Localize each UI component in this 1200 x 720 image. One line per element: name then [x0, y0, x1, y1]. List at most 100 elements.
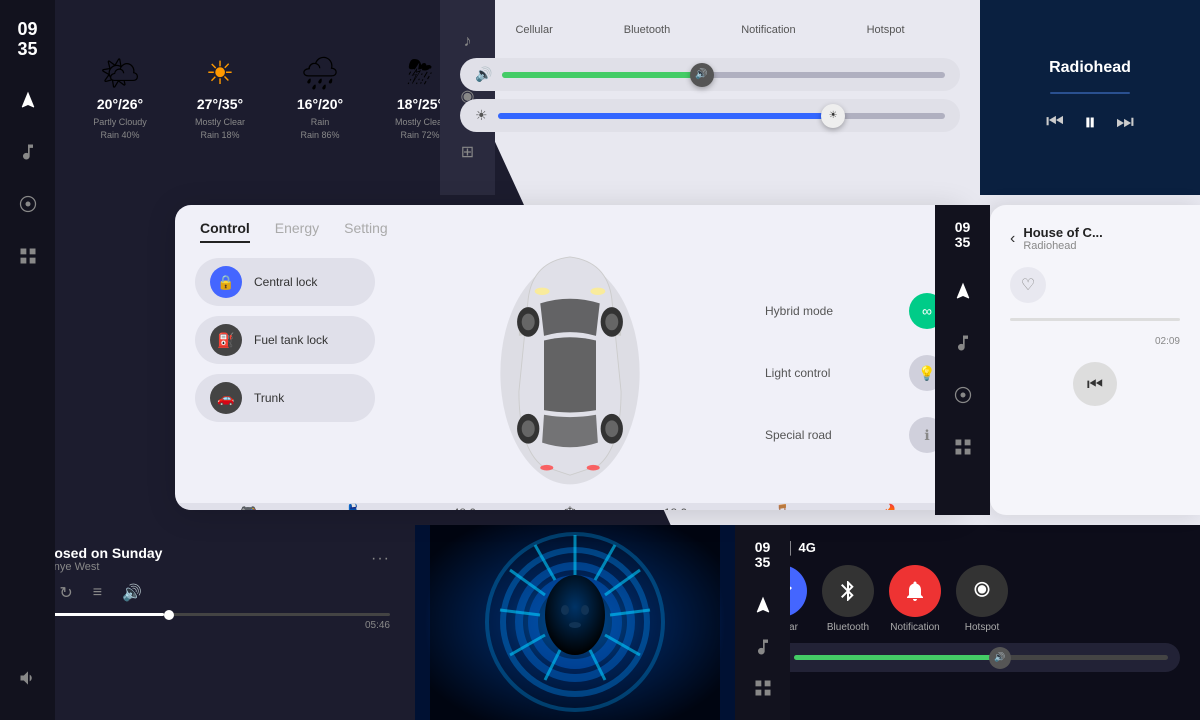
hotspot-icon-circle — [956, 565, 1008, 617]
album-art-svg — [430, 525, 720, 720]
playlist-button[interactable]: ≡ — [93, 584, 102, 602]
music-right-title: House of C... — [1023, 225, 1180, 240]
weather-city-3: 🌧 16°/20° RainRain 86% — [280, 54, 360, 141]
sidebar-disk-icon[interactable] — [10, 186, 46, 222]
heat-item[interactable]: 🔥 — [881, 503, 901, 510]
pause-button-top[interactable]: ⏸ — [1084, 109, 1096, 137]
hybrid-mode-label: Hybrid mode — [765, 304, 833, 318]
music-times: 02:09 05:46 — [25, 620, 390, 631]
central-lock-label: Central lock — [254, 275, 317, 289]
notification-button[interactable]: Notification — [889, 565, 941, 633]
sidebar-volume-icon[interactable] — [10, 660, 46, 696]
connectivity-panel: ▂▄▆█ 4G Cellular Bluetooth Notification — [735, 525, 1200, 720]
controls-panel: Cellular Bluetooth Notification Hotspot … — [440, 0, 980, 195]
weather-desc-2: Mostly ClearRain 18% — [195, 116, 245, 141]
next-button-top[interactable]: ⏭ — [1116, 111, 1134, 134]
bm-grid-icon[interactable] — [745, 676, 781, 701]
tab-setting[interactable]: Setting — [344, 220, 388, 243]
fuel-tank-icon: ⛽ — [210, 324, 242, 356]
steering-item[interactable]: 🎮 — [239, 503, 259, 510]
trunk-item[interactable]: 🚗 Trunk — [195, 374, 375, 422]
bm-nav-icon[interactable] — [745, 593, 781, 618]
music-more-button[interactable]: ··· — [371, 550, 390, 568]
notification-label: Notification — [890, 622, 939, 633]
music-progress-track[interactable] — [25, 613, 390, 616]
music-right-artist: Radiohead — [1023, 240, 1180, 252]
hotspot-label: Hotspot — [965, 622, 999, 633]
repeat-button[interactable]: ↻ — [59, 583, 72, 603]
brightness-fill — [498, 113, 834, 119]
music-left-panel: ‹ Closed on Sunday Kanye West ··· ♡ ↻ ≡ … — [0, 525, 415, 720]
ctrl-bluetooth-label: Bluetooth — [624, 24, 670, 36]
volume-slider-row[interactable]: 🔊 🔊 — [460, 58, 960, 91]
music-top-right-controls: ⏮ ⏸ ⏭ — [1046, 109, 1134, 137]
brightness-thumb[interactable]: ☀ — [821, 104, 845, 128]
music-left-top: ‹ Closed on Sunday Kanye West ··· — [25, 545, 390, 573]
speed1-value: 48.0 — [453, 506, 476, 510]
car-center-view — [395, 243, 745, 503]
bm-music-icon[interactable] — [745, 634, 781, 659]
tab-energy[interactable]: Energy — [275, 220, 319, 243]
sidebar-clock: 09 35 — [17, 20, 37, 60]
seat-item[interactable]: 💺 — [346, 503, 366, 510]
music-right-info: House of C... Radiohead — [1023, 225, 1180, 252]
sidebar-grid-icon[interactable] — [10, 238, 46, 274]
music-right-prev-button[interactable]: ⏮ — [1073, 362, 1117, 406]
speed2-value: 18.0 — [664, 506, 687, 510]
connectivity-slider-track[interactable]: 🔊 — [794, 655, 1168, 660]
car-tabs: Control Energy Setting — [175, 205, 965, 243]
seat2-item[interactable]: 🪑 — [774, 503, 794, 510]
weather-panel: 🌤 20°/26° Partly CloudyRain 40% ☀ 27°/35… — [55, 0, 470, 195]
weather-icon-3: 🌧 — [300, 54, 341, 92]
volume-fill — [502, 72, 701, 78]
music-song-title: Closed on Sunday — [40, 545, 361, 561]
steering-icon: 🎮 — [239, 503, 259, 510]
car-control-panel: Control Energy Setting 🔒 Central lock ⛽ … — [175, 205, 965, 510]
hybrid-mode-item: Hybrid mode ∞ — [765, 285, 945, 337]
fan-item[interactable]: ❄ — [563, 503, 576, 510]
prev-button-top[interactable]: ⏮ — [1046, 111, 1064, 134]
tab-control[interactable]: Control — [200, 220, 250, 243]
weather-city-2: ☀ 27°/35° Mostly ClearRain 18% — [180, 54, 260, 141]
volume-thumb[interactable]: 🔊 — [690, 63, 714, 87]
light-control-item: Light control 💡 — [765, 347, 945, 399]
music-right-back-button[interactable]: ‹ — [1010, 230, 1015, 248]
ctrl-notification-label: Notification — [741, 24, 795, 36]
music-action-icons: ♡ ↻ ≡ 🔊 — [25, 583, 390, 603]
right-nav-icon[interactable] — [945, 273, 981, 309]
right-disk-icon[interactable] — [945, 377, 981, 413]
music-top-right-title: Radiohead — [1049, 59, 1131, 77]
car-left-controls: 🔒 Central lock ⛽ Fuel tank lock 🚗 Trunk — [175, 243, 395, 503]
music-right-top: ‹ House of C... Radiohead — [1010, 225, 1180, 252]
brightness-track[interactable]: ☀ — [498, 113, 945, 119]
weather-icon-1: 🌤 — [100, 54, 141, 92]
fuel-tank-item[interactable]: ⛽ Fuel tank lock — [195, 316, 375, 364]
trunk-icon: 🚗 — [210, 382, 242, 414]
music-progress-thumb[interactable] — [164, 610, 174, 620]
right-music-icon[interactable] — [945, 325, 981, 361]
central-lock-item[interactable]: 🔒 Central lock — [195, 258, 375, 306]
bluetooth-button[interactable]: Bluetooth — [822, 565, 874, 633]
volume-track[interactable]: 🔊 — [502, 72, 945, 78]
music-right-heart-button[interactable]: ♡ — [1010, 267, 1046, 303]
brightness-slider-row[interactable]: ☀ ☀ — [460, 99, 960, 132]
right-grid-icon[interactable] — [945, 429, 981, 465]
sidebar-nav-icon[interactable] — [10, 82, 46, 118]
music-top-right-panel: Radiohead ⏮ ⏸ ⏭ — [980, 0, 1200, 195]
sidebar-music-icon[interactable] — [10, 134, 46, 170]
left-sidebar: 09 35 — [0, 0, 55, 720]
weather-temp-3: 16°/20° — [297, 96, 343, 112]
connectivity-slider-row[interactable]: 🔊 🔊 — [755, 643, 1180, 672]
connectivity-top-row: ▂▄▆█ 4G — [755, 540, 1180, 555]
weather-temp-2: 27°/35° — [197, 96, 243, 112]
hotspot-button[interactable]: Hotspot — [956, 565, 1008, 633]
weather-temp-4: 18°/25° — [397, 96, 443, 112]
volume-button[interactable]: 🔊 — [122, 583, 142, 603]
album-panel — [415, 525, 735, 720]
car-body: 🔒 Central lock ⛽ Fuel tank lock 🚗 Trunk — [175, 243, 965, 503]
connectivity-slider-thumb[interactable]: 🔊 — [989, 647, 1011, 669]
special-road-item: Special road ℹ — [765, 409, 945, 461]
bottom-mid-clock: 09 35 — [755, 540, 771, 571]
weather-icon-2: ☀ — [206, 54, 235, 92]
heat-icon: 🔥 — [881, 503, 901, 510]
